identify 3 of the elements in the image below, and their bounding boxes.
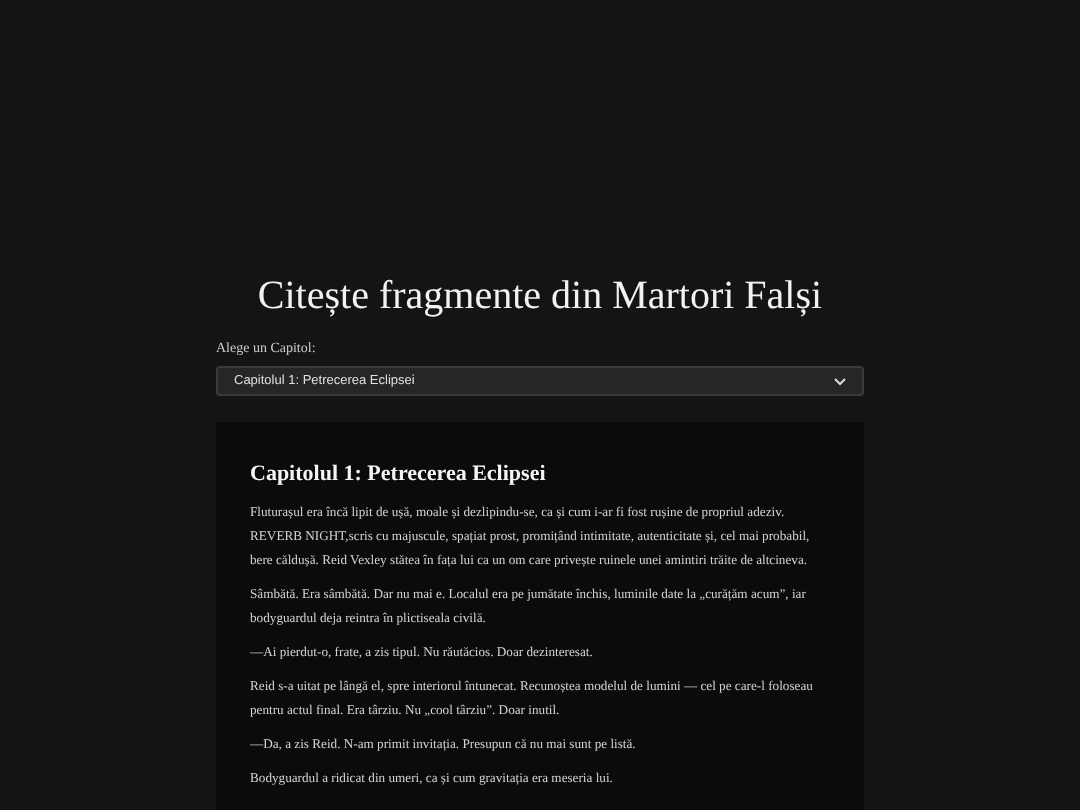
chapter-heading: Capitolul 1: Petrecerea Eclipsei <box>250 460 548 488</box>
chevron-down-icon <box>834 377 846 385</box>
page-title: Citește fragmente din Martori Falși <box>257 272 823 322</box>
